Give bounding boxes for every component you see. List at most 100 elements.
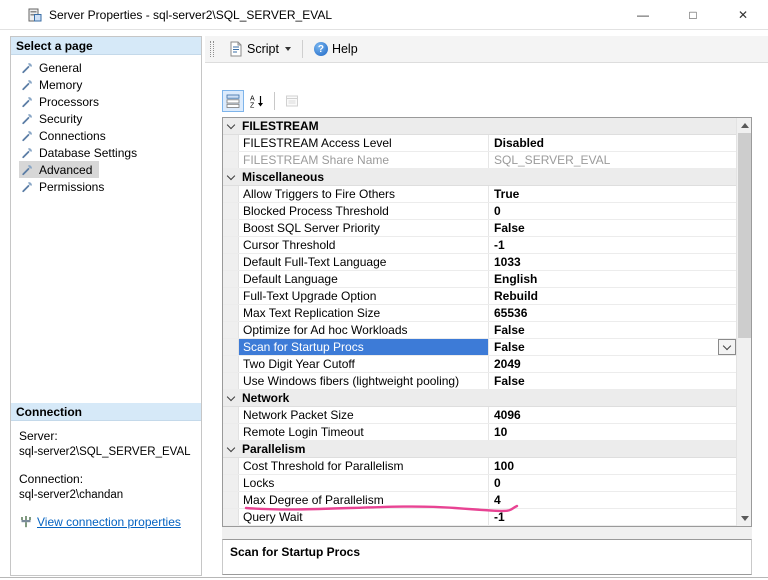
property-label[interactable]: Default Language: [239, 271, 489, 287]
value-dropdown-button[interactable]: [718, 339, 736, 355]
sidebar-item-general[interactable]: General: [19, 59, 89, 76]
property-row[interactable]: Full-Text Upgrade Option Rebuild: [223, 288, 736, 305]
property-value[interactable]: 65536: [489, 305, 736, 321]
property-row[interactable]: Two Digit Year Cutoff 2049: [223, 356, 736, 373]
property-label[interactable]: Remote Login Timeout: [239, 424, 489, 440]
property-grid-toolbar: AZ: [222, 89, 303, 113]
category-collapse-icon[interactable]: [226, 171, 236, 180]
category-row[interactable]: Miscellaneous: [223, 169, 736, 186]
description-title: Scan for Startup Procs: [230, 545, 361, 559]
sidebar-item-memory[interactable]: Memory: [19, 76, 89, 93]
property-row[interactable]: Use Windows fibers (lightweight pooling)…: [223, 373, 736, 390]
toolbar-grip[interactable]: [210, 41, 214, 57]
property-value[interactable]: 1033: [489, 254, 736, 270]
scroll-down-button[interactable]: [737, 511, 752, 526]
sidebar-item-security[interactable]: Security: [19, 110, 89, 127]
property-value[interactable]: 4096: [489, 407, 736, 423]
property-label[interactable]: Cursor Threshold: [239, 237, 489, 253]
row-gutter: [223, 118, 239, 134]
property-value-text: SQL_SERVER_EVAL: [494, 153, 611, 167]
titlebar: Server Properties - sql-server2\SQL_SERV…: [0, 0, 768, 30]
property-value[interactable]: Disabled: [489, 135, 736, 151]
category-row[interactable]: Network: [223, 390, 736, 407]
property-value[interactable]: Rebuild: [489, 288, 736, 304]
property-label[interactable]: Use Windows fibers (lightweight pooling): [239, 373, 489, 389]
maximize-button[interactable]: □: [668, 0, 718, 30]
category-row[interactable]: Parallelism: [223, 441, 736, 458]
property-label[interactable]: FILESTREAM Share Name: [239, 152, 489, 168]
property-row[interactable]: Locks 0: [223, 475, 736, 492]
category-collapse-icon[interactable]: [226, 443, 236, 452]
property-label[interactable]: Full-Text Upgrade Option: [239, 288, 489, 304]
property-label[interactable]: Boost SQL Server Priority: [239, 220, 489, 236]
sidebar-item-connections[interactable]: Connections: [19, 127, 113, 144]
property-value[interactable]: False: [489, 322, 736, 338]
sidebar-item-processors[interactable]: Processors: [19, 93, 106, 110]
property-label[interactable]: Locks: [239, 475, 489, 491]
property-value[interactable]: False: [489, 373, 736, 389]
property-value[interactable]: 2049: [489, 356, 736, 372]
property-row[interactable]: Allow Triggers to Fire Others True: [223, 186, 736, 203]
property-value[interactable]: 4: [489, 492, 736, 508]
category-collapse-icon[interactable]: [226, 120, 236, 129]
vertical-scrollbar[interactable]: [736, 118, 751, 526]
property-label[interactable]: Max Text Replication Size: [239, 305, 489, 321]
page-wrench-icon: [21, 95, 34, 108]
property-row[interactable]: Optimize for Ad hoc Workloads False: [223, 322, 736, 339]
category-row[interactable]: FILESTREAM: [223, 118, 736, 135]
row-gutter: [223, 407, 239, 423]
property-value[interactable]: 10: [489, 424, 736, 440]
scroll-up-button[interactable]: [737, 118, 752, 133]
property-row[interactable]: FILESTREAM Access Level Disabled: [223, 135, 736, 152]
close-button[interactable]: ✕: [718, 0, 768, 30]
property-label[interactable]: Query Wait: [239, 509, 489, 525]
sidebar-item-permissions[interactable]: Permissions: [19, 178, 111, 195]
property-row[interactable]: Max Text Replication Size 65536: [223, 305, 736, 322]
sidebar-item-advanced[interactable]: Advanced: [19, 161, 100, 178]
property-value[interactable]: True: [489, 186, 736, 202]
property-value[interactable]: False: [489, 339, 736, 355]
property-row[interactable]: Query Wait -1: [223, 509, 736, 526]
categorized-button[interactable]: [222, 90, 244, 112]
property-row[interactable]: Scan for Startup Procs False: [223, 339, 736, 356]
property-label[interactable]: Two Digit Year Cutoff: [239, 356, 489, 372]
scrollbar-thumb[interactable]: [738, 133, 751, 338]
property-row[interactable]: Blocked Process Threshold 0: [223, 203, 736, 220]
property-row[interactable]: Default Language English: [223, 271, 736, 288]
property-label[interactable]: Default Full-Text Language: [239, 254, 489, 270]
property-value[interactable]: -1: [489, 237, 736, 253]
property-value[interactable]: 0: [489, 203, 736, 219]
property-label[interactable]: Max Degree of Parallelism: [239, 492, 489, 508]
property-row[interactable]: Cost Threshold for Parallelism 100: [223, 458, 736, 475]
property-label[interactable]: Network Packet Size: [239, 407, 489, 423]
script-button[interactable]: Script: [221, 38, 297, 60]
property-value[interactable]: 100: [489, 458, 736, 474]
property-label[interactable]: Optimize for Ad hoc Workloads: [239, 322, 489, 338]
property-label[interactable]: Cost Threshold for Parallelism: [239, 458, 489, 474]
property-label[interactable]: FILESTREAM Access Level: [239, 135, 489, 151]
property-row[interactable]: Remote Login Timeout 10: [223, 424, 736, 441]
property-label[interactable]: Blocked Process Threshold: [239, 203, 489, 219]
property-value[interactable]: English: [489, 271, 736, 287]
category-collapse-icon[interactable]: [226, 392, 236, 401]
property-row[interactable]: Default Full-Text Language 1033: [223, 254, 736, 271]
property-row[interactable]: Max Degree of Parallelism 4: [223, 492, 736, 509]
help-button[interactable]: ? Help: [308, 39, 364, 59]
alphabetical-sort-button[interactable]: AZ: [246, 90, 268, 112]
property-row[interactable]: Network Packet Size 4096: [223, 407, 736, 424]
row-gutter: [223, 271, 239, 287]
property-value[interactable]: -1: [489, 509, 736, 525]
grid-description-splitter[interactable]: [222, 527, 752, 539]
property-value[interactable]: 0: [489, 475, 736, 491]
minimize-button[interactable]: —: [618, 0, 668, 30]
property-value[interactable]: SQL_SERVER_EVAL: [489, 152, 736, 168]
property-value[interactable]: False: [489, 220, 736, 236]
property-row[interactable]: FILESTREAM Share Name SQL_SERVER_EVAL: [223, 152, 736, 169]
sidebar-item-database-settings[interactable]: Database Settings: [19, 144, 144, 161]
view-connection-properties-link[interactable]: View connection properties: [37, 515, 181, 529]
sidebar-item-label: General: [39, 60, 82, 75]
property-row[interactable]: Cursor Threshold -1: [223, 237, 736, 254]
property-label[interactable]: Scan for Startup Procs: [239, 339, 489, 355]
property-label[interactable]: Allow Triggers to Fire Others: [239, 186, 489, 202]
property-row[interactable]: Boost SQL Server Priority False: [223, 220, 736, 237]
